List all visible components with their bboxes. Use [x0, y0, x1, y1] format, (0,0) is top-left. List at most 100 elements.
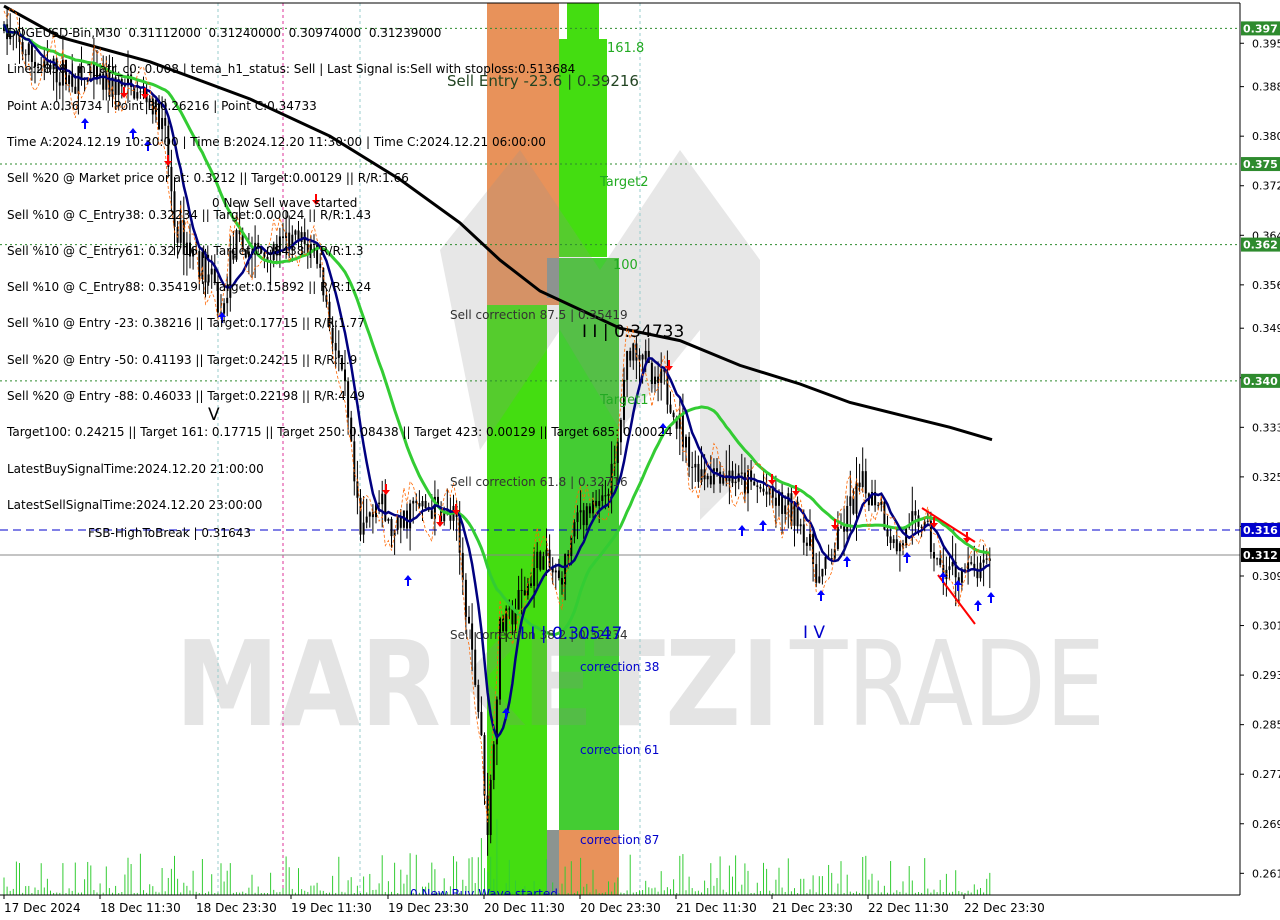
candle-body: [691, 466, 694, 468]
candle-body: [508, 608, 511, 610]
y-tick-label: 0.356: [1252, 279, 1280, 292]
candle-body: [805, 542, 808, 546]
info-line: Target100: 0.24215 || Target 161: 0.1771…: [7, 425, 673, 440]
candle-body: [694, 463, 697, 468]
candle-body: [489, 780, 492, 836]
x-tick-label: 18 Dec 23:30: [196, 901, 277, 915]
annotation-label: I I | 0.30547: [520, 624, 622, 644]
candle-body: [554, 570, 557, 573]
candle-body: [709, 475, 712, 485]
candle-body: [864, 471, 867, 494]
candle-body: [545, 549, 548, 557]
info-line: Sell %10 @ C_Entry38: 0.32234 || Target:…: [7, 207, 372, 222]
price-level-label: 0.362: [1243, 239, 1278, 252]
candle-body: [753, 481, 756, 486]
candle-body: [520, 589, 523, 591]
candle-body: [824, 556, 827, 569]
candle-body: [734, 481, 737, 484]
candle-body: [474, 649, 477, 685]
candle-body: [892, 539, 895, 544]
annotation-label: correction 87: [580, 833, 659, 847]
info-line: Point A:0.36734 | Point B:0.26216 | Poin…: [7, 98, 317, 113]
candle-body: [858, 482, 861, 488]
candle-body: [936, 558, 939, 560]
candle-body: [970, 562, 973, 564]
y-tick-label: 0.293: [1252, 669, 1280, 682]
x-tick-label: 22 Dec 11:30: [868, 901, 949, 915]
candle-body: [902, 543, 904, 546]
info-line: LatestSellSignalTime:2024.12.20 23:00:00: [7, 497, 263, 512]
y-tick-label: 0.372: [1252, 180, 1280, 193]
x-tick-label: 17 Dec 2024: [4, 901, 81, 915]
y-tick-label: 0.269: [1252, 818, 1280, 831]
candle-body: [939, 558, 942, 565]
candle-body: [840, 526, 842, 528]
x-tick-label: 18 Dec 11:30: [100, 901, 181, 915]
candle-body: [688, 436, 691, 467]
info-line: Sell %20 @ Entry -50: 0.41193 || Target:…: [7, 352, 358, 367]
candle-body: [740, 472, 743, 474]
candle-body: [846, 505, 849, 532]
candle-body: [743, 472, 746, 494]
annotation-label: correction 61: [580, 743, 659, 757]
y-tick-label: 0.309: [1252, 570, 1280, 583]
x-tick-label: 19 Dec 11:30: [291, 901, 372, 915]
candle-body: [530, 583, 532, 586]
y-tick-label: 0.285: [1252, 719, 1280, 732]
candle-body: [719, 471, 722, 484]
price-level-label: 0.375: [1243, 158, 1278, 171]
candle-body: [818, 576, 821, 583]
candle-body: [843, 526, 846, 532]
candle-body: [802, 524, 805, 543]
candle-body: [539, 551, 542, 570]
candle-body: [889, 536, 892, 544]
price-level-label: 0.397: [1243, 22, 1278, 35]
candle-body: [821, 568, 824, 577]
candle-body: [567, 554, 570, 557]
info-panel: DOGEUSD-Bin,M30 0.31112000 0.31240000 0.…: [7, 3, 673, 523]
candle-body: [523, 590, 526, 596]
candle-body: [716, 468, 718, 472]
candle-body: [886, 529, 889, 537]
y-tick-label: 0.301: [1252, 620, 1280, 633]
candle-body: [898, 543, 901, 552]
candle-body: [468, 616, 470, 624]
candle-body: [982, 559, 985, 563]
candle-body: [480, 711, 483, 736]
candle-body: [362, 522, 365, 535]
candle-body: [492, 744, 495, 781]
candle-body: [765, 491, 768, 495]
candle-body: [511, 609, 514, 625]
candle-body: [895, 539, 898, 552]
candle-body: [985, 558, 988, 560]
candle-body: [561, 578, 563, 585]
candle-body: [573, 522, 576, 537]
x-tick-label: 21 Dec 23:30: [772, 901, 853, 915]
candle-body: [756, 485, 759, 487]
y-tick-label: 0.388: [1252, 81, 1280, 94]
price-level-label: 0.312: [1243, 549, 1278, 562]
candle-body: [557, 570, 560, 579]
candle-body: [706, 475, 709, 480]
x-tick-label: 19 Dec 23:30: [388, 901, 469, 915]
candle-body: [784, 505, 787, 514]
info-line: Sell %10 @ Entry -23: 0.38216 || Target:…: [7, 316, 365, 331]
info-line: Sell %20 @ Market price or at: 0.3212 ||…: [7, 171, 409, 186]
y-tick-label: 0.277: [1252, 768, 1280, 781]
candle-body: [762, 488, 765, 492]
x-tick-label: 20 Dec 11:30: [484, 901, 565, 915]
candle-body: [542, 556, 545, 570]
candle-body: [861, 471, 864, 488]
candle-body: [697, 463, 700, 482]
candle-body: [464, 579, 467, 617]
candle-body: [461, 552, 464, 580]
y-tick-label: 0.380: [1252, 130, 1280, 143]
info-line: LatestBuySignalTime:2024.12.20 21:00:00: [7, 461, 264, 476]
candle-body: [536, 551, 539, 568]
x-tick-label: 21 Dec 11:30: [676, 901, 757, 915]
candle-body: [815, 564, 818, 583]
candle-body: [849, 496, 852, 506]
info-line: Sell %10 @ C_Entry61: 0.32716 || Target:…: [7, 243, 364, 258]
annotation-label: FSB-HighToBreak | 0.31643: [88, 526, 251, 540]
candle-body: [774, 497, 777, 506]
